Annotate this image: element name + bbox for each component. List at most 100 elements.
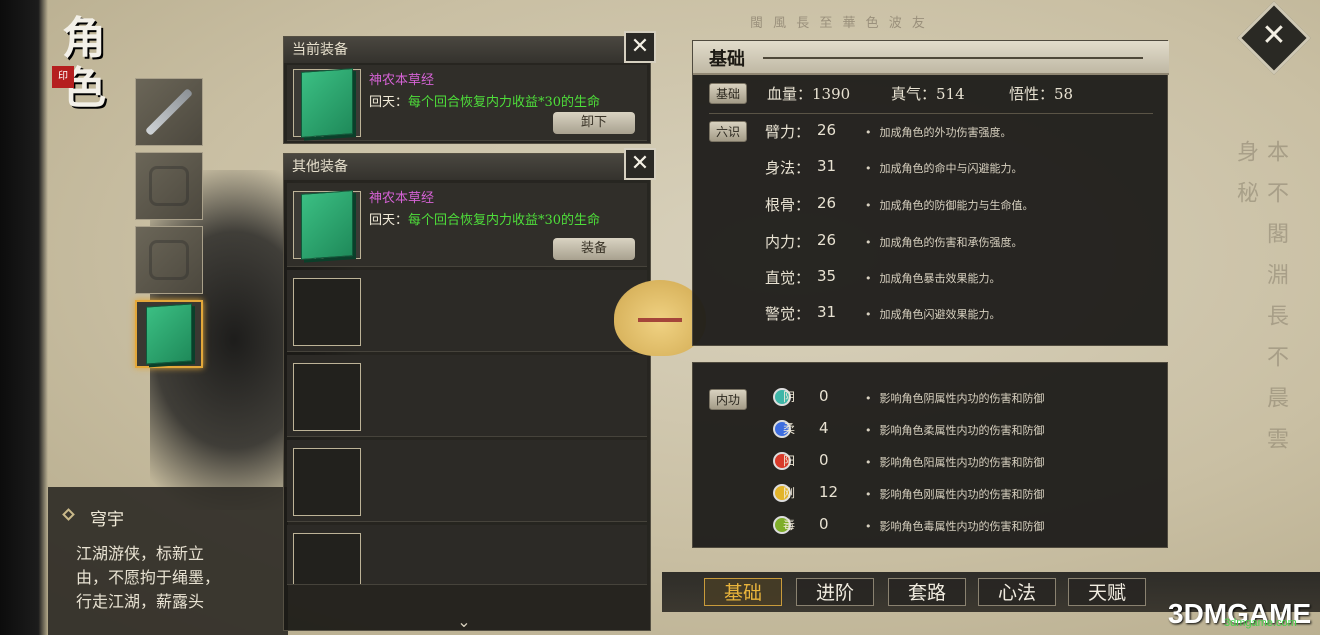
bio-line: 江湖游侠，标新立 xyxy=(76,544,205,563)
empty-item-row[interactable] xyxy=(287,525,647,585)
item-name: 神农本草经 xyxy=(369,191,435,206)
exit-icon[interactable]: ✕ xyxy=(1256,16,1292,56)
empty-item-row[interactable] xyxy=(287,270,647,352)
other-equipment-panel: 其他装备 ✕ 神农本草经 回天：每个回合恢复内力收益*30的生命 装备 xyxy=(283,148,656,631)
effect-label: 回天： xyxy=(369,95,409,110)
belt-icon xyxy=(149,240,189,280)
empty-slot xyxy=(293,278,361,346)
neigong-tag: 内功 xyxy=(709,389,748,410)
tab-mental[interactable]: 心法 xyxy=(978,578,1056,606)
attr-label: 身法： xyxy=(765,159,811,177)
ng-char: 柔 xyxy=(783,422,796,436)
hp-label: 血量： xyxy=(767,85,813,103)
attr-value: 26 xyxy=(817,194,837,212)
neigong-panel: 内功 阴 0 影响角色阴属性内功的伤害和防御 柔 4 影响角色柔属性内功的伤害和… xyxy=(692,362,1168,548)
ng-row-yin: 阴 0 影响角色阴属性内功的伤害和防御 xyxy=(773,385,1163,415)
weapon-slot[interactable] xyxy=(135,78,203,146)
item-effect: 回天：每个回合恢复内力收益*30的生命 xyxy=(369,209,600,228)
attr-value: 35 xyxy=(817,267,837,285)
character-bio: 穹宇 江湖游侠，标新立 由，不愿拘于绳墨， 行走江湖，薪露头 xyxy=(48,487,288,635)
attr-label: 根骨： xyxy=(765,196,811,214)
ng-value: 12 xyxy=(819,483,839,501)
attr-label: 臂力： xyxy=(765,123,811,141)
book-slot[interactable] xyxy=(135,300,203,368)
item-thumbnail xyxy=(293,68,361,138)
qi-value: 514 xyxy=(936,85,965,103)
scroll-down-icon[interactable]: ⌄ xyxy=(453,612,475,631)
attr-label: 直觉： xyxy=(765,269,811,287)
background-script-top: 閩 風 長 至 華 色 波 友 xyxy=(750,16,928,31)
other-item-row[interactable]: 神农本草经 回天：每个回合恢复内力收益*30的生命 装备 xyxy=(287,183,647,267)
qi-stat: 真气：514 xyxy=(891,83,965,104)
equip-button[interactable]: 装备 xyxy=(553,238,635,260)
attr-desc: 加成角色闪避效果能力。 xyxy=(865,306,1001,322)
book-icon xyxy=(301,190,353,260)
accessory-slot[interactable] xyxy=(135,226,203,294)
tab-basic[interactable]: 基础 xyxy=(704,578,782,606)
stats-title-bar: 基础 xyxy=(693,41,1169,75)
armor-slot[interactable] xyxy=(135,152,203,220)
ng-row-du: 毒 0 影响角色毒属性内功的伤害和防御 xyxy=(773,513,1163,543)
wuxing-label: 悟性： xyxy=(1009,85,1055,103)
ng-row-rou: 柔 4 影响角色柔属性内功的伤害和防御 xyxy=(773,417,1163,447)
ng-value: 0 xyxy=(819,387,829,405)
tab-routines[interactable]: 套路 xyxy=(888,578,966,606)
unequip-button[interactable]: 卸下 xyxy=(553,112,635,134)
empty-slot xyxy=(293,533,361,584)
item-thumbnail xyxy=(293,190,361,260)
empty-slot xyxy=(293,363,361,431)
close-other-button[interactable]: ✕ xyxy=(624,148,656,180)
empty-item-row[interactable] xyxy=(287,355,647,437)
attr-desc: 加成角色的外功伤害强度。 xyxy=(865,124,1012,140)
base-tag: 基础 xyxy=(709,83,748,104)
ng-row-gang: 刚 12 影响角色刚属性内功的伤害和防御 xyxy=(773,481,1163,511)
watermark-url: 3dmgame.com xyxy=(1224,617,1297,629)
attr-row-bili: 臂力： 26 加成角色的外功伤害强度。 xyxy=(765,121,1155,151)
hp-stat: 血量：1390 xyxy=(767,83,850,104)
attr-desc: 加成角色的伤害和承伤强度。 xyxy=(865,234,1023,250)
attr-desc: 加成角色的命中与闪避能力。 xyxy=(865,160,1023,176)
item-name: 神农本草经 xyxy=(369,73,435,88)
rou-icon: 柔 xyxy=(773,420,795,438)
stats-divider xyxy=(709,113,1153,114)
tab-talent[interactable]: 天赋 xyxy=(1068,578,1146,606)
current-item-row[interactable]: 神农本草经 回天：每个回合恢复内力收益*30的生命 卸下 xyxy=(287,65,647,141)
hp-value: 1390 xyxy=(812,85,851,103)
gang-icon: 刚 xyxy=(773,484,795,502)
ng-value: 0 xyxy=(819,451,829,469)
current-equipment-panel: 当前装备 ✕ 神农本草经 回天：每个回合恢复内力收益*30的生命 卸下 xyxy=(283,31,656,144)
sword-icon xyxy=(144,87,194,137)
armor-icon xyxy=(149,166,189,206)
effect-label: 回天： xyxy=(369,213,409,228)
attr-value: 26 xyxy=(817,231,837,249)
attr-desc: 加成角色的防御能力与生命值。 xyxy=(865,197,1034,213)
current-equipment-header: 当前装备 xyxy=(284,37,650,63)
mascot-mouth xyxy=(638,318,682,322)
attr-row-jingjue: 警觉： 31 加成角色闪避效果能力。 xyxy=(765,303,1155,333)
character-name: 穹宇 xyxy=(62,505,288,530)
close-current-button[interactable]: ✕ xyxy=(624,31,656,63)
wuxing-value: 58 xyxy=(1054,85,1074,103)
attr-value: 26 xyxy=(817,121,837,139)
empty-item-row[interactable] xyxy=(287,440,647,522)
title-divider xyxy=(763,57,1143,59)
yin-icon: 阴 xyxy=(773,388,795,406)
attr-row-zhijue: 直觉： 35 加成角色暴击效果能力。 xyxy=(765,267,1155,297)
attr-row-gengu: 根骨： 26 加成角色的防御能力与生命值。 xyxy=(765,194,1155,224)
ng-char: 刚 xyxy=(783,486,796,500)
tab-advanced[interactable]: 进阶 xyxy=(796,578,874,606)
item-effect: 回天：每个回合恢复内力收益*30的生命 xyxy=(369,91,600,110)
ng-char: 阳 xyxy=(783,454,796,468)
ng-value: 0 xyxy=(819,515,829,533)
basic-stats-panel: 基础 基础 血量：1390 真气：514 悟性：58 六识 臂力： 26 加成角… xyxy=(692,40,1169,346)
ng-char: 毒 xyxy=(783,518,796,532)
bio-line: 由，不愿拘于绳墨， xyxy=(76,568,221,587)
ng-desc: 影响角色毒属性内功的伤害和防御 xyxy=(865,518,1045,534)
effect-desc: 每个回合恢复内力收益*30的生命 xyxy=(408,213,601,228)
book-icon xyxy=(146,303,192,365)
ng-desc: 影响角色阴属性内功的伤害和防御 xyxy=(865,390,1045,406)
du-icon: 毒 xyxy=(773,516,795,534)
ng-desc: 影响角色刚属性内功的伤害和防御 xyxy=(865,486,1045,502)
ng-desc: 影响角色柔属性内功的伤害和防御 xyxy=(865,422,1045,438)
ink-border-left xyxy=(0,0,48,635)
